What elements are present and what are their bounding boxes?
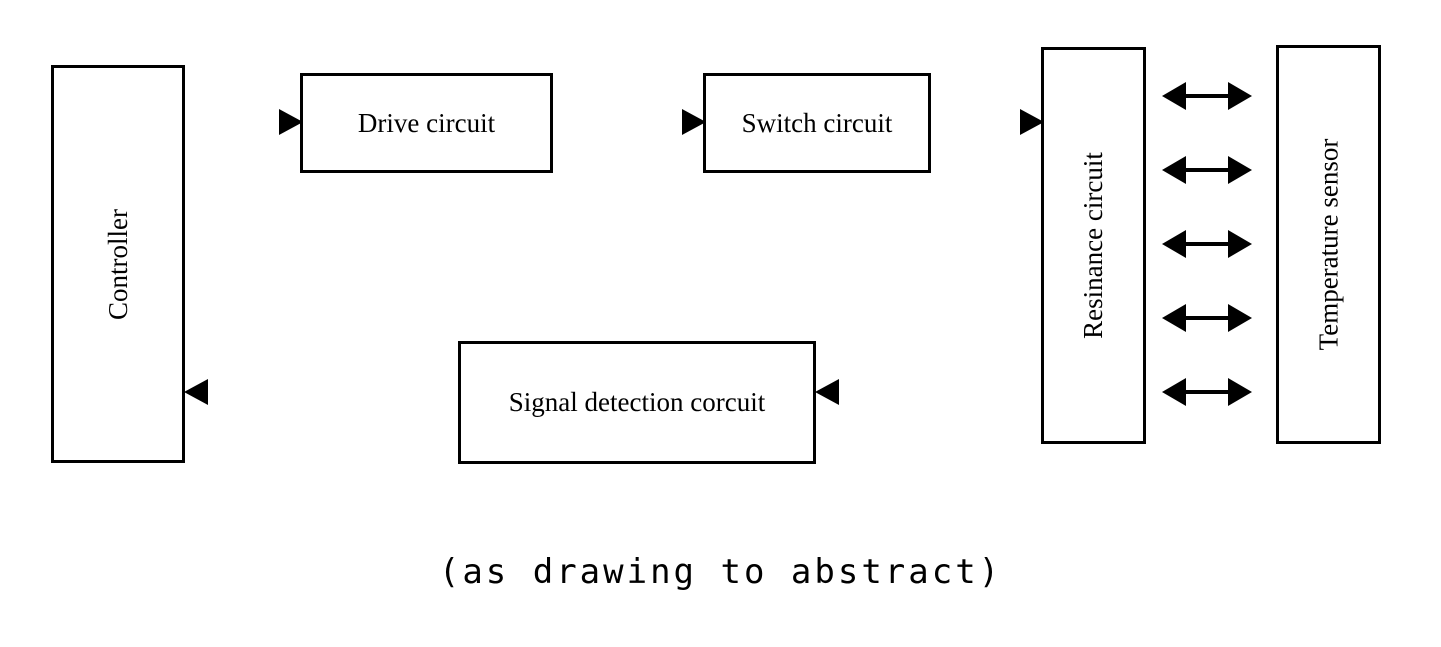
block-signal-detection-circuit-label: Signal detection corcuit xyxy=(508,387,766,417)
block-resinance-circuit-label: Resinance circuit xyxy=(1078,152,1109,339)
diagram-canvas: Controller Drive circuit Switch circuit … xyxy=(0,0,1441,647)
block-drive-circuit[interactable]: Drive circuit xyxy=(300,73,553,173)
arrowhead-right-icon xyxy=(1020,109,1044,135)
arrowhead-right-icon xyxy=(1228,304,1252,332)
block-drive-circuit-label: Drive circuit xyxy=(357,107,496,138)
arrowhead-left-icon xyxy=(184,379,208,405)
arrowhead-right-icon xyxy=(1228,82,1252,110)
block-signal-detection-circuit[interactable]: Signal detection corcuit xyxy=(458,341,816,464)
block-temperature-sensor-label: Temperature sensor xyxy=(1313,138,1343,351)
block-temperature-sensor[interactable]: Temperature sensor xyxy=(1276,45,1381,444)
diagram-caption: (as drawing to abstract) xyxy=(438,552,1003,592)
arrowhead-right-icon xyxy=(1228,230,1252,258)
block-controller-label: Controller xyxy=(102,208,133,320)
block-switch-circuit[interactable]: Switch circuit xyxy=(703,73,931,173)
block-resinance-circuit[interactable]: Resinance circuit xyxy=(1041,47,1146,444)
block-switch-circuit-label: Switch circuit xyxy=(741,107,893,138)
block-controller[interactable]: Controller xyxy=(51,65,185,463)
arrowhead-right-icon xyxy=(279,109,303,135)
arrowhead-right-icon xyxy=(1228,156,1252,184)
arrowhead-left-icon xyxy=(815,379,839,405)
arrowhead-right-icon xyxy=(682,109,706,135)
arrowhead-right-icon xyxy=(1228,378,1252,406)
